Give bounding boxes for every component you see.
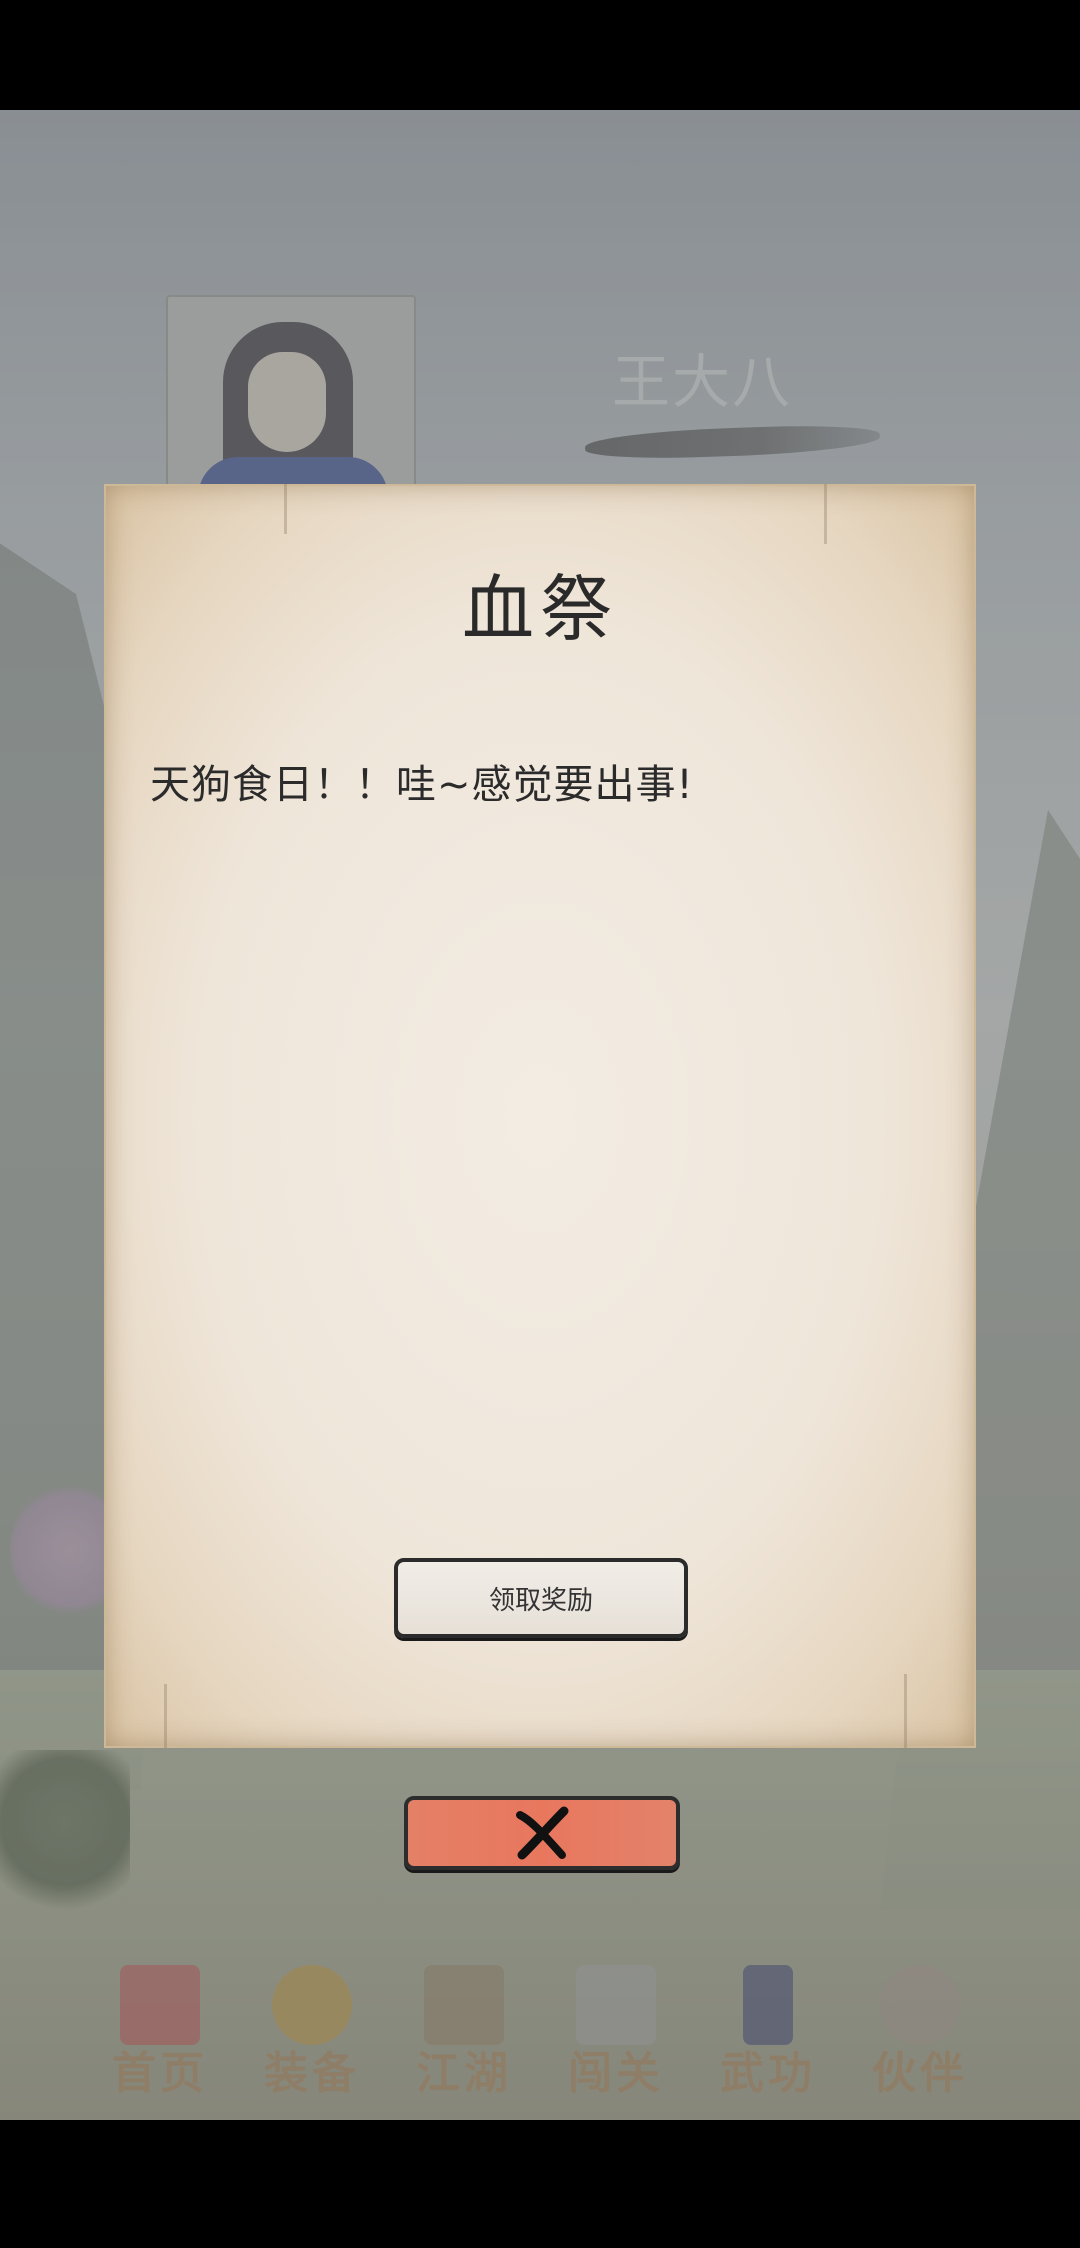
close-icon — [516, 1806, 569, 1860]
parchment-crack — [164, 1684, 167, 1748]
claim-reward-button[interactable]: 领取奖励 — [394, 1558, 688, 1638]
parchment-crack — [824, 484, 827, 544]
parchment-crack — [284, 484, 287, 534]
dialog-message: 天狗食日！！哇~感觉要出事! — [150, 762, 694, 808]
close-button[interactable] — [404, 1796, 680, 1870]
event-dialog: 血祭 天狗食日！！哇~感觉要出事! 领取奖励 — [104, 484, 976, 1748]
dialog-title: 血祭 — [461, 567, 618, 651]
parchment-crack — [904, 1674, 907, 1748]
